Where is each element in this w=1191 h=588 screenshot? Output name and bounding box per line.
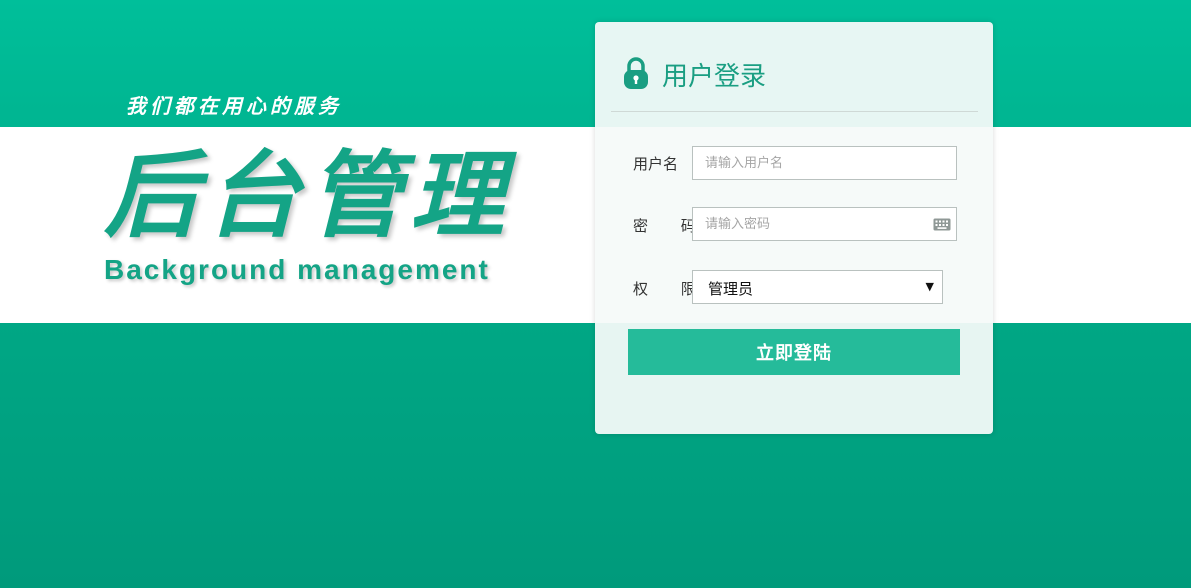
- login-card: 用户登录 用户名 密 码 权 限 管理员 ▼ 立即登陆: [595, 22, 993, 434]
- dropdown-arrow-icon: ▼: [925, 280, 934, 293]
- brand-subtitle: Background management: [104, 254, 490, 285]
- role-selected-value: 管理员: [708, 280, 754, 298]
- login-card-header: 用户登录: [611, 22, 978, 112]
- password-input[interactable]: [693, 208, 925, 240]
- username-label: 用户名: [633, 155, 679, 173]
- login-button[interactable]: 立即登陆: [628, 329, 960, 375]
- login-title: 用户登录: [662, 62, 767, 92]
- username-field-wrapper: [692, 146, 957, 180]
- username-input[interactable]: [693, 147, 925, 179]
- login-page: { "brand": { "tagline": "我们都在用心的服务", "ti…: [0, 0, 1191, 588]
- password-field-wrapper: [692, 207, 957, 241]
- brand-tagline: 我们都在用心的服务: [126, 94, 342, 118]
- keyboard-icon[interactable]: [933, 218, 951, 231]
- role-select[interactable]: 管理员 ▼: [692, 270, 943, 304]
- lock-icon: [624, 57, 648, 89]
- brand-title: 后台管理: [104, 142, 513, 251]
